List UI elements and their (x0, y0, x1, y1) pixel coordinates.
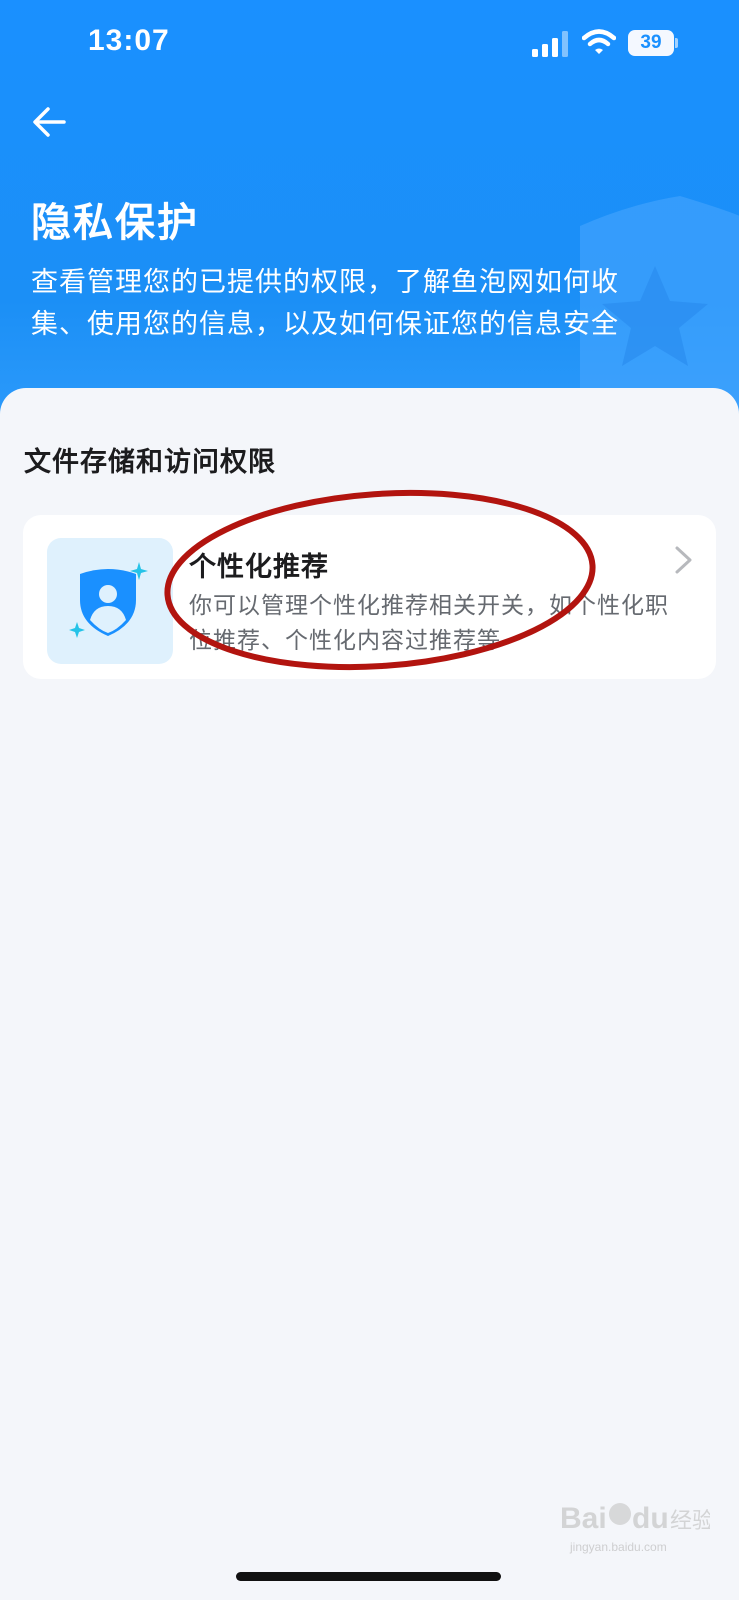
arrow-left-icon[interactable] (28, 100, 72, 144)
baidu-watermark-logo: Bai du 经验 (560, 1502, 710, 1535)
home-indicator[interactable] (236, 1572, 501, 1581)
svg-text:经验: 经验 (670, 1509, 710, 1534)
signal-icon (532, 31, 568, 57)
status-bar: 13:07 39 (0, 0, 739, 90)
svg-text:Bai: Bai (560, 1502, 607, 1535)
battery-cap (675, 38, 678, 48)
battery-icon: 39 (628, 30, 678, 56)
shield-user-icon (69, 562, 148, 638)
header: 13:07 39 隐私保护 查看管理您的已提供的权限，了解鱼泡网如何收集、使用您… (0, 0, 739, 430)
item-description: 你可以管理个性化推荐相关开关，如个性化职位推荐、个性化内容过推荐等 (189, 593, 669, 654)
wifi-icon (582, 29, 616, 54)
item-icon-box (47, 538, 173, 664)
status-time: 13:07 (88, 24, 170, 57)
battery-level: 39 (628, 30, 674, 56)
privacy-protection-screen: 13:07 39 隐私保护 查看管理您的已提供的权限，了解鱼泡网如何收集、使用您… (0, 0, 739, 1600)
chevron-right-icon (675, 546, 692, 574)
content-panel: 文件存储和访问权限 个性化推荐 你可以管理个性化推荐相关开关，如个性化职位推荐、… (0, 388, 739, 1600)
svg-text:du: du (632, 1502, 669, 1535)
personalized-recommendation-item[interactable]: 个性化推荐 你可以管理个性化推荐相关开关，如个性化职位推荐、个性化内容过推荐等 (23, 515, 716, 679)
watermark-subtext: jingyan.baidu.com (570, 1540, 667, 1554)
item-title: 个性化推荐 (189, 552, 329, 583)
section-title: 文件存储和访问权限 (24, 447, 276, 478)
page-description: 查看管理您的已提供的权限，了解鱼泡网如何收集、使用您的信息，以及如何保证您的信息… (31, 267, 619, 340)
page-title: 隐私保护 (31, 200, 199, 246)
